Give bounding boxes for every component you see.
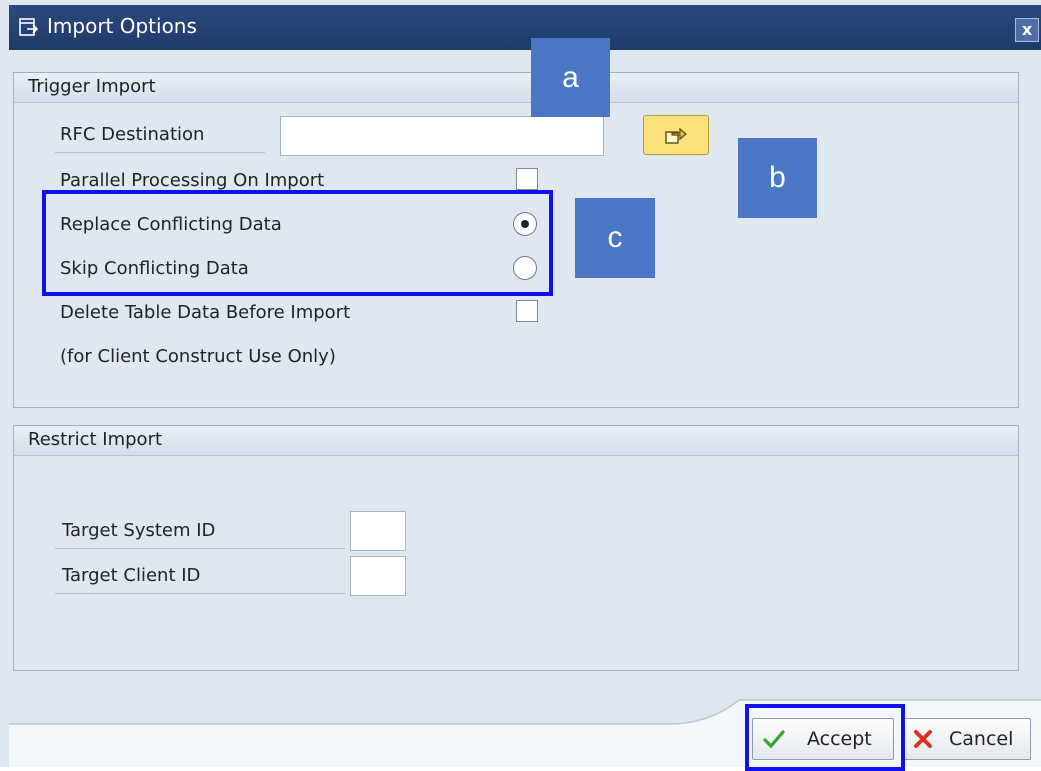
target-system-label: Target System ID bbox=[62, 520, 216, 541]
close-button[interactable]: x bbox=[1015, 18, 1039, 42]
callout-b: b bbox=[738, 138, 817, 218]
title-bar: Import Options bbox=[9, 5, 1041, 50]
parallel-processing-label: Parallel Processing On Import bbox=[60, 170, 325, 191]
value-help-icon bbox=[665, 127, 687, 144]
dialog-title: Import Options bbox=[47, 14, 197, 38]
accept-button-highlight bbox=[745, 704, 905, 771]
cancel-button[interactable]: Cancel bbox=[903, 718, 1031, 760]
rfc-destination-label: RFC Destination bbox=[60, 124, 205, 145]
import-options-dialog: Import Options x Trigger Import RFC Dest… bbox=[0, 0, 1041, 771]
rfc-destination-input[interactable] bbox=[280, 116, 604, 156]
callout-a: a bbox=[531, 38, 610, 117]
cancel-x-icon bbox=[914, 730, 932, 748]
delete-table-checkbox[interactable] bbox=[516, 300, 538, 322]
client-construct-note: (for Client Construct Use Only) bbox=[60, 346, 336, 367]
restrict-import-title: Restrict Import bbox=[28, 429, 163, 450]
target-system-input[interactable] bbox=[350, 511, 406, 551]
trigger-import-title: Trigger Import bbox=[28, 76, 156, 97]
dialog-icon bbox=[19, 18, 39, 36]
value-help-button[interactable] bbox=[643, 115, 709, 155]
parallel-processing-checkbox[interactable] bbox=[516, 168, 538, 190]
cancel-label: Cancel bbox=[949, 728, 1014, 750]
delete-table-label: Delete Table Data Before Import bbox=[60, 302, 351, 323]
target-client-label: Target Client ID bbox=[62, 565, 201, 586]
target-client-input[interactable] bbox=[350, 556, 406, 596]
close-icon: x bbox=[1021, 20, 1033, 39]
target-system-underline bbox=[55, 548, 345, 549]
restrict-import-header: Restrict Import bbox=[14, 426, 1018, 456]
callout-c: c bbox=[575, 198, 655, 278]
target-client-underline bbox=[55, 593, 345, 594]
trigger-import-header: Trigger Import bbox=[14, 73, 1018, 103]
conflict-options-highlight bbox=[42, 190, 553, 296]
rfc-destination-underline bbox=[55, 152, 265, 153]
